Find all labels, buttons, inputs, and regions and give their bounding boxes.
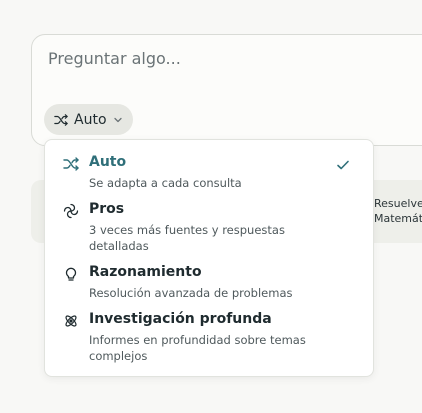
atom-icon xyxy=(65,315,77,327)
mode-option-razonamiento[interactable]: Razonamiento Resolución avanzada de prob… xyxy=(45,264,373,304)
mode-option-title: Pros xyxy=(89,201,125,217)
mode-option-investigacion-profunda[interactable]: Investigación profunda Informes en profu… xyxy=(45,311,373,367)
mode-option-description: Se adapta a cada consulta xyxy=(89,176,242,190)
shuffle-icon xyxy=(63,157,79,171)
search-input-placeholder[interactable]: Preguntar algo... xyxy=(48,49,181,68)
mode-option-pros[interactable]: Pros 3 veces más fuentes y respuestas de… xyxy=(45,201,373,257)
mode-option-title: Razonamiento xyxy=(89,264,202,280)
mode-option-description: Informes en profundidad sobre temas comp… xyxy=(89,333,306,363)
suggestion-card-line2: Matemátic xyxy=(374,212,422,225)
mode-dropdown-menu: Auto Se adapta a cada consulta Pros 3 ve… xyxy=(44,139,374,377)
check-icon xyxy=(337,160,349,170)
suggestion-card-line1: Resuelve xyxy=(374,197,422,210)
mode-option-auto[interactable]: Auto Se adapta a cada consulta xyxy=(45,154,373,194)
mode-option-title: Investigación profunda xyxy=(89,311,272,327)
page: Preguntar algo... Auto Resuelve Matemáti… xyxy=(0,0,422,413)
mode-selector-button[interactable]: Auto xyxy=(44,104,133,135)
mode-option-description: Resolución avanzada de problemas xyxy=(89,286,293,300)
chevron-down-icon xyxy=(113,117,122,122)
mode-option-description: 3 veces más fuentes y respuestas detalla… xyxy=(89,223,285,253)
mode-selector-label: Auto xyxy=(74,111,107,128)
lightbulb-icon xyxy=(65,267,77,281)
mode-option-title: Auto xyxy=(89,154,127,170)
swirl-icon xyxy=(63,203,79,219)
shuffle-icon xyxy=(54,113,68,126)
suggestion-card-text: Resuelve Matemátic xyxy=(374,196,422,226)
query-box[interactable]: Preguntar algo... Auto xyxy=(31,34,422,146)
